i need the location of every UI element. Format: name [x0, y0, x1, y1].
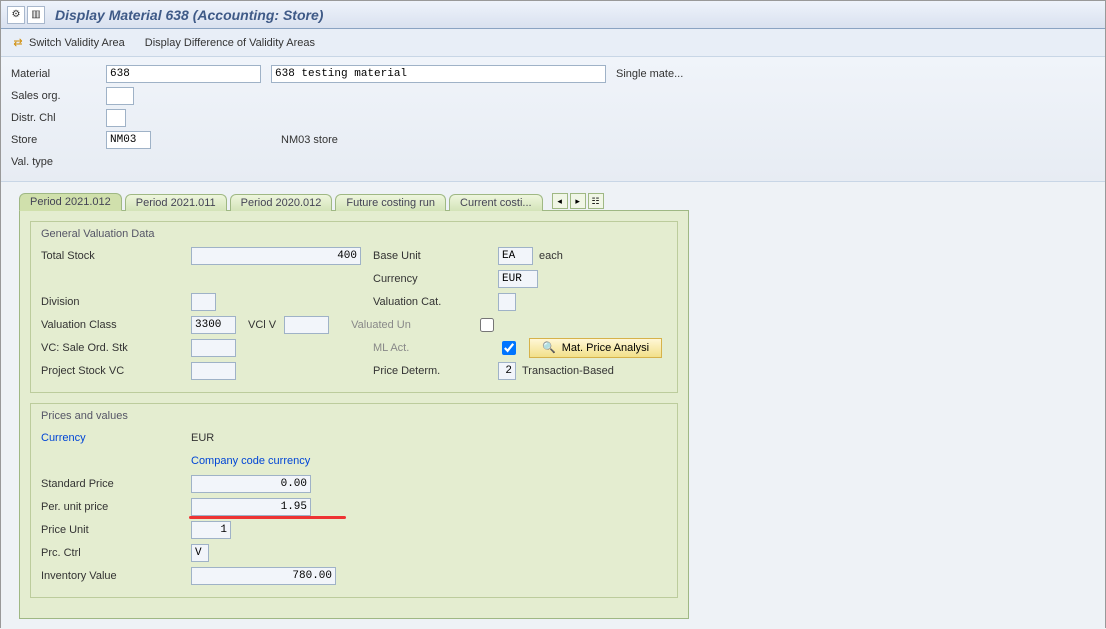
valuation-class-label: Valuation Class: [41, 319, 117, 331]
project-stock-vc-label: Project Stock VC: [41, 365, 124, 377]
general-valuation-title: General Valuation Data: [41, 228, 667, 240]
title-bar: ⚙ ▥ Display Material 638 (Accounting: St…: [1, 1, 1105, 29]
material-label: Material: [11, 68, 106, 80]
magnifier-icon: 🔍: [542, 341, 556, 354]
prc-ctrl-label: Prc. Ctrl: [41, 547, 81, 559]
valuation-class-input[interactable]: [191, 316, 236, 334]
mat-price-analysis-label: Mat. Price Analysi: [562, 342, 649, 354]
ml-act-checkbox[interactable]: [502, 341, 516, 355]
display-difference-button[interactable]: Display Difference of Validity Areas: [145, 37, 315, 49]
valuation-cat-label: Valuation Cat.: [373, 296, 441, 308]
price-determ-input[interactable]: [498, 362, 516, 380]
price-determ-text: Transaction-Based: [522, 365, 614, 377]
price-unit-label: Price Unit: [41, 524, 89, 536]
val-type-label: Val. type: [11, 156, 106, 168]
per-unit-price-label: Per. unit price: [41, 501, 108, 513]
tab-scroll-right-icon[interactable]: ▸: [570, 193, 586, 209]
base-unit-label: Base Unit: [373, 250, 421, 262]
inventory-value-input[interactable]: [191, 567, 336, 585]
store-input[interactable]: [106, 131, 151, 149]
project-stock-vc-input[interactable]: [191, 362, 236, 380]
switch-validity-label: Switch Validity Area: [29, 37, 125, 49]
switch-validity-area-button[interactable]: ⇄ Switch Validity Area: [11, 36, 125, 50]
price-determ-label: Price Determ.: [373, 365, 440, 377]
total-stock-label: Total Stock: [41, 250, 95, 262]
division-label: Division: [41, 296, 80, 308]
store-text: NM03 store: [281, 134, 338, 146]
standard-price-input[interactable]: [191, 475, 311, 493]
switch-icon: ⇄: [11, 36, 25, 50]
store-label: Store: [11, 134, 106, 146]
tab-period-2021-012[interactable]: Period 2021.012: [19, 193, 122, 211]
tab-current-costing[interactable]: Current costi...: [449, 194, 543, 211]
period-tabstrip: Period 2021.012 Period 2021.011 Period 2…: [19, 192, 1087, 210]
material-input[interactable]: [106, 65, 261, 83]
vc-sale-ord-stk-label: VC: Sale Ord. Stk: [41, 342, 128, 354]
base-unit-input[interactable]: [498, 247, 533, 265]
material-description-input[interactable]: [271, 65, 606, 83]
distr-chl-label: Distr. Chl: [11, 112, 106, 124]
sales-org-label: Sales org.: [11, 90, 106, 102]
tab-future-costing-run[interactable]: Future costing run: [335, 194, 446, 211]
organizational-data: Material Single mate... Sales org. Distr…: [1, 57, 1105, 182]
base-unit-text: each: [539, 250, 563, 262]
tab-period-2021-011[interactable]: Period 2021.011: [125, 194, 227, 211]
vcl-v-input[interactable]: [284, 316, 329, 334]
prices-and-values-title: Prices and values: [41, 410, 667, 422]
valuation-cat-input[interactable]: [498, 293, 516, 311]
currency-label: Currency: [373, 273, 418, 285]
ml-act-label: ML Act.: [373, 342, 409, 354]
display-difference-label: Display Difference of Validity Areas: [145, 37, 315, 49]
standard-price-label: Standard Price: [41, 478, 114, 490]
tab-list-icon[interactable]: ☷: [588, 193, 604, 209]
mat-price-analysis-button[interactable]: 🔍 Mat. Price Analysi: [529, 338, 662, 358]
app-toolbar: ⇄ Switch Validity Area Display Differenc…: [1, 29, 1105, 57]
vcl-v-label: VCl V: [248, 319, 276, 331]
tab-period-2020-012[interactable]: Period 2020.012: [230, 194, 333, 211]
valuated-un-checkbox[interactable]: [480, 318, 494, 332]
toolbar-icon-1[interactable]: ⚙: [7, 6, 25, 24]
distr-chl-input[interactable]: [106, 109, 126, 127]
currency-value: EUR: [191, 432, 214, 444]
prices-and-values-group: Prices and values Currency EUR Company c…: [30, 403, 678, 598]
division-input[interactable]: [191, 293, 216, 311]
material-type-text: Single mate...: [616, 68, 683, 80]
prc-ctrl-input[interactable]: [191, 544, 209, 562]
per-unit-price-input[interactable]: [191, 498, 311, 516]
valuated-un-label: Valuated Un: [351, 319, 411, 331]
tab-scroll-left-icon[interactable]: ◂: [552, 193, 568, 209]
price-unit-input[interactable]: [191, 521, 231, 539]
currency-input[interactable]: [498, 270, 538, 288]
vc-sale-ord-stk-input[interactable]: [191, 339, 236, 357]
currency-link[interactable]: Currency: [41, 432, 86, 444]
inventory-value-label: Inventory Value: [41, 570, 117, 582]
page-title: Display Material 638 (Accounting: Store): [55, 7, 323, 23]
toolbar-icon-2[interactable]: ▥: [27, 6, 45, 24]
general-valuation-group: General Valuation Data Total Stock Base …: [30, 221, 678, 393]
tab-body: General Valuation Data Total Stock Base …: [19, 210, 689, 619]
company-code-currency-link[interactable]: Company code currency: [191, 455, 310, 467]
total-stock-input[interactable]: [191, 247, 361, 265]
sales-org-input[interactable]: [106, 87, 134, 105]
